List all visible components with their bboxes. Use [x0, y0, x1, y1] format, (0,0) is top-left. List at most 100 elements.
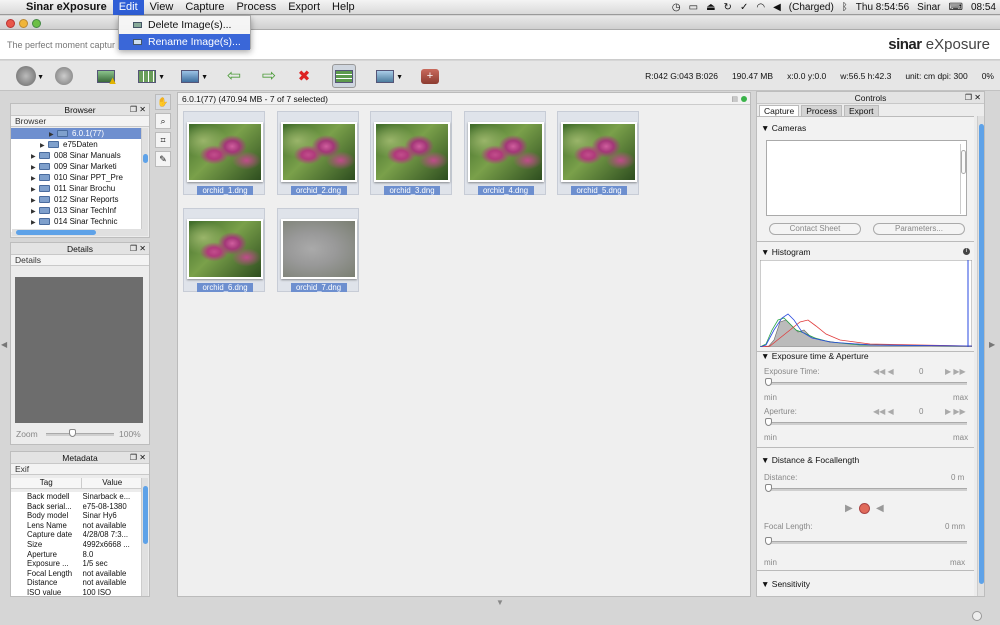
menu-export[interactable]: Export	[282, 0, 326, 15]
eyedropper-tool-button[interactable]: ✎	[155, 151, 171, 167]
disclosure-arrow-icon[interactable]: ▶	[31, 163, 39, 172]
grid-layout-button[interactable]	[332, 64, 356, 88]
capture-warning-button[interactable]: ▲	[94, 64, 118, 88]
time-machine-icon[interactable]: ◷	[668, 0, 685, 15]
disclosure-arrow-icon[interactable]: ▶	[31, 207, 39, 216]
menu-help[interactable]: Help	[326, 0, 361, 15]
menu-app-name[interactable]: Sinar eXposure	[20, 0, 113, 15]
first-aid-button[interactable]: +	[418, 64, 442, 88]
zoom-slider[interactable]	[46, 433, 114, 436]
tree-item[interactable]: ▶ 011 Sinar Brochu	[11, 183, 141, 194]
contact-view-button[interactable]: ▼	[135, 64, 165, 88]
menu-time-right[interactable]: 08:54	[967, 0, 1000, 15]
focus-back-icon[interactable]: ▶	[845, 503, 853, 514]
menu-user[interactable]: Sinar	[913, 0, 944, 15]
exposure-section[interactable]: ▼ Exposure time & Aperture	[757, 351, 869, 362]
volume-icon[interactable]: ◀	[769, 0, 785, 15]
zoom-window-button[interactable]	[32, 19, 41, 28]
tab-export[interactable]: Export	[843, 105, 879, 116]
tree-item[interactable]: ▶ 012 Sinar Reports	[11, 194, 141, 205]
disclosure-arrow-icon[interactable]: ▶	[31, 218, 39, 227]
zoom-slider-knob[interactable]	[68, 429, 76, 437]
sync-icon[interactable]: ↻	[720, 0, 736, 15]
menu-item-rename-images[interactable]: Rename Image(s)...	[119, 34, 250, 50]
thumbnail-filename[interactable]: orchid_4.dng	[477, 186, 534, 195]
tab-capture[interactable]: Capture	[759, 105, 800, 116]
controls-scroll-thumb[interactable]	[979, 124, 984, 584]
right-collapse-icon[interactable]: ▶	[989, 340, 995, 349]
distance-knob[interactable]	[765, 484, 772, 492]
exif-row[interactable]: Body model Sinar Hy6	[11, 511, 142, 521]
menu-process[interactable]: Process	[230, 0, 282, 15]
cameras-section[interactable]: ▼ Cameras	[757, 123, 974, 134]
keyboard-icon[interactable]: ⌨	[945, 0, 967, 15]
exif-scroll-thumb[interactable]	[143, 486, 148, 544]
arrow-right-button[interactable]: ⇨	[257, 64, 281, 88]
image-thumbnail[interactable]: orchid_3.dng	[370, 111, 452, 195]
distance-section[interactable]: ▼ Distance & Focallength	[757, 455, 859, 466]
thumbnail-filename[interactable]: orchid_6.dng	[197, 283, 253, 292]
distance-slider[interactable]	[766, 488, 967, 491]
aperture-step-back-icon[interactable]: ◀◀ ◀	[873, 407, 894, 416]
disclosure-arrow-icon[interactable]: ▶	[31, 185, 39, 194]
menu-view[interactable]: View	[144, 0, 180, 15]
image-thumbnail[interactable]: orchid_6.dng	[183, 208, 265, 292]
tree-item[interactable]: ▶ 009 Sinar Marketi	[11, 161, 141, 172]
focus-stop-icon[interactable]	[859, 503, 870, 514]
exif-row[interactable]: Distance not available	[11, 578, 142, 588]
histogram-section[interactable]: ▼ Histogram	[757, 247, 811, 258]
eject-icon[interactable]: ⏏	[702, 0, 719, 15]
controls-scrollbar[interactable]	[977, 116, 984, 596]
exif-row[interactable]: Aperture 8.0	[11, 550, 142, 560]
contact-sheet-button[interactable]: Contact Sheet	[769, 223, 861, 235]
panel-controls-icon[interactable]: ❐ ✕	[130, 452, 146, 464]
battery-status[interactable]: (Charged)	[785, 0, 838, 15]
resize-grip-icon[interactable]	[972, 611, 982, 621]
cameras-scrollbar[interactable]	[960, 144, 966, 214]
hand-tool-button[interactable]: ✋	[155, 94, 171, 110]
exif-row[interactable]: Back serial... e75-08-1380	[11, 502, 142, 512]
tab-process[interactable]: Process	[801, 105, 842, 116]
left-collapse-icon[interactable]: ◀	[1, 340, 7, 349]
tree-item[interactable]: ▶ 013 Sinar TechInf	[11, 205, 141, 216]
camera-live-button[interactable]	[52, 64, 76, 88]
exposure-time-slider[interactable]	[766, 382, 967, 385]
disclosure-arrow-icon[interactable]: ▶	[31, 152, 39, 161]
delete-button[interactable]: ✖	[292, 64, 316, 88]
camera-connect-button[interactable]: ▼	[14, 64, 44, 88]
focal-length-knob[interactable]	[765, 537, 772, 545]
thumbnail-filename[interactable]: orchid_7.dng	[290, 283, 347, 292]
thumbnail-filename[interactable]: orchid_2.dng	[290, 186, 347, 195]
aperture-step-fwd-icon[interactable]: ▶ ▶▶	[945, 407, 966, 416]
exif-row[interactable]: Size 4992x6668 ...	[11, 540, 142, 550]
disclosure-arrow-icon[interactable]: ▶	[49, 130, 57, 139]
menu-edit[interactable]: Edit	[112, 0, 144, 15]
minimize-window-button[interactable]	[19, 19, 28, 28]
tree-item[interactable]: ▶ 008 Sinar Manuals	[11, 150, 141, 161]
tree-item[interactable]: ▶ 014 Sinar Technic	[11, 216, 141, 227]
filter-icon[interactable]: ▤	[731, 95, 738, 103]
browser-hscroll-thumb[interactable]	[16, 230, 96, 235]
panel-controls-icon[interactable]: ❐ ✕	[130, 104, 146, 116]
parameters-button[interactable]: Parameters...	[873, 223, 965, 235]
browser-hscrollbar[interactable]	[12, 229, 142, 236]
check-icon[interactable]: ✓	[736, 0, 752, 15]
disclosure-arrow-icon[interactable]: ▶	[31, 174, 39, 183]
exif-row[interactable]: Lens Name not available	[11, 521, 142, 531]
arrow-left-button[interactable]: ⇦	[222, 64, 246, 88]
exif-row[interactable]: Exposure ... 1/5 sec	[11, 559, 142, 569]
thumbnail-filename[interactable]: orchid_1.dng	[197, 186, 253, 195]
tree-item[interactable]: ▶ e75Daten	[11, 139, 141, 150]
bottom-collapse-icon[interactable]: ▼	[496, 598, 504, 607]
image-thumbnail[interactable]: orchid_1.dng	[183, 111, 265, 195]
histogram-info-icon[interactable]: i	[963, 248, 970, 255]
exif-col-value[interactable]: Value	[82, 478, 142, 488]
browser-scroll-thumb[interactable]	[143, 154, 148, 163]
apple-icon[interactable]	[0, 0, 20, 15]
aperture-slider[interactable]	[766, 422, 967, 425]
exif-row[interactable]: Back modell Sinarback e...	[11, 492, 142, 502]
tree-item[interactable]: ▶ 010 Sinar PPT_Pre	[11, 172, 141, 183]
exposure-step-back-icon[interactable]: ◀◀ ◀	[873, 367, 894, 376]
menu-item-delete-images[interactable]: Delete Image(s)...	[119, 17, 250, 33]
thumbnail-filename[interactable]: orchid_3.dng	[384, 186, 440, 195]
